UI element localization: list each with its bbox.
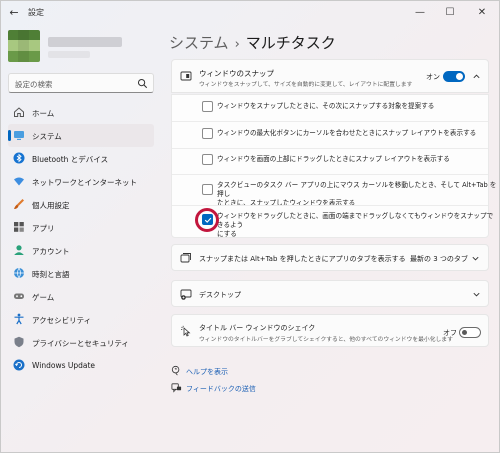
snap-option-label: ウィンドウの最大化ボタンにカーソルを合わせたときにスナップ レイアウトを表示する <box>217 129 477 137</box>
snap-option-checkbox[interactable] <box>202 101 213 112</box>
bluetooth-icon <box>13 152 25 164</box>
snap-toggle[interactable] <box>443 71 465 82</box>
game-icon <box>14 293 24 299</box>
home-icon <box>14 107 24 117</box>
desktops-card[interactable]: デスクトップ <box>171 280 489 307</box>
snap-option-checkbox[interactable] <box>202 128 213 139</box>
tabs-window-icon <box>180 253 191 263</box>
shake-state-label: オフ <box>443 329 457 337</box>
search-placeholder: 設定の検索 <box>15 80 53 89</box>
sidebar-item-accessibility[interactable]: アクセシビリティ <box>8 308 154 331</box>
feedback-link[interactable]: フィードバックの送信 <box>186 384 256 394</box>
update-icon <box>13 359 25 371</box>
snap-option-label-line1: タスクビューのタスク バー アプリの上にマウス カーソルを移動したとき、そして … <box>217 181 497 198</box>
close-button[interactable]: ✕ <box>467 3 497 23</box>
network-icon <box>14 177 24 186</box>
sidebar-item-label: アクセシビリティ <box>32 316 92 325</box>
window-title: 設定 <box>28 8 44 17</box>
back-arrow-icon[interactable]: ← <box>7 6 21 20</box>
sidebar-item-home[interactable]: ホーム <box>8 101 154 124</box>
search-icon <box>137 78 148 89</box>
divider <box>172 148 488 149</box>
page-title: マルチタスク <box>245 34 336 52</box>
snap-option-checkbox[interactable] <box>202 184 213 195</box>
sidebar-item-accounts[interactable]: アカウント <box>8 239 154 262</box>
sidebar-item-label: システム <box>32 132 62 141</box>
sidebar-item-apps[interactable]: アプリ <box>8 216 154 239</box>
sidebar-item-label: 個人用設定 <box>32 201 70 210</box>
minimize-button[interactable]: — <box>405 3 435 23</box>
snap-option-label: ウィンドウをスナップしたときに、その次にスナップする対象を提案する <box>217 102 435 110</box>
sidebar-item-privacy-security[interactable]: プライバシーとセキュリティ <box>8 331 154 354</box>
snap-option-label: タスクビューのタスク バー アプリの上にマウス カーソルを移動したとき、そして … <box>217 181 499 208</box>
sidebar-item-label: Bluetooth とデバイス <box>32 155 109 164</box>
chevron-down-icon[interactable] <box>472 290 481 299</box>
snap-option-label-line2: にする <box>217 230 237 238</box>
globe-icon <box>14 267 24 279</box>
sidebar-item-personalization[interactable]: 個人用設定 <box>8 193 154 216</box>
sidebar-item-label: ネットワークとインターネット <box>32 178 137 187</box>
maximize-button[interactable]: ☐ <box>435 3 465 23</box>
highlight-ring <box>195 208 219 232</box>
sidebar-item-windows-update[interactable]: Windows Update <box>8 354 154 377</box>
snap-description: ウィンドウをスナップして、サイズを自動的に変更して、レイアウトに配置します <box>199 82 413 88</box>
chevron-up-icon[interactable] <box>472 72 481 81</box>
profile-email-blurred <box>48 51 90 58</box>
sidebar-item-label: ホーム <box>32 109 55 118</box>
sidebar-item-label: Windows Update <box>32 361 96 370</box>
sidebar-item-label: ゲーム <box>32 293 55 302</box>
cursor-shake-icon <box>181 325 191 337</box>
breadcrumb: システム › マルチタスク <box>169 32 336 53</box>
help-link[interactable]: ヘルプを表示 <box>186 367 228 377</box>
shake-description: ウィンドウのタイトルバーをグラブしてシェイクすると、他のすべてのウィンドウを最小… <box>199 337 453 343</box>
profile-name-blurred <box>48 37 122 47</box>
snap-state-label: オン <box>426 73 440 81</box>
title-bar: ← 設定 — ☐ ✕ <box>1 1 500 25</box>
snap-window-icon <box>180 71 192 81</box>
shake-title: タイトル バー ウィンドウのシェイク <box>199 324 316 332</box>
sidebar-nav: ホーム システム Bluetooth とデバイス ネットワークとインターネット … <box>8 101 154 377</box>
snap-title: ウィンドウのスナップ <box>199 69 274 78</box>
sidebar-item-label: 時刻と言語 <box>32 270 70 279</box>
sidebar-item-label: アカウント <box>32 247 70 256</box>
feedback-icon <box>171 383 182 393</box>
brush-icon <box>14 199 24 209</box>
snap-option-label-line1: ウィンドウをドラッグしたときに、画面の端までドラッグしなくてもウィンドウをスナッ… <box>217 212 494 229</box>
apps-icon <box>14 222 24 232</box>
snap-option-label: ウィンドウを画面の上部にドラッグしたときにスナップ レイアウトを表示する <box>217 155 450 163</box>
sidebar-item-label: プライバシーとセキュリティ <box>32 339 129 348</box>
desktop-add-icon <box>180 289 192 300</box>
divider <box>172 174 488 175</box>
sidebar-item-bluetooth[interactable]: Bluetooth とデバイス <box>8 147 154 170</box>
system-icon <box>14 131 24 140</box>
settings-window: ← 設定 — ☐ ✕ 設定の検索 ホーム システム Bluetooth とデバイ… <box>0 0 500 453</box>
shake-toggle[interactable] <box>459 327 481 338</box>
snap-windows-card[interactable]: ウィンドウのスナップ ウィンドウをスナップして、サイズを自動的に変更して、レイア… <box>171 59 489 93</box>
alt-tab-dropdown[interactable]: 最新の 3 つのタブ <box>410 254 468 264</box>
title-bar-shake-card: タイトル バー ウィンドウのシェイク ウィンドウのタイトルバーをグラブしてシェイ… <box>171 314 489 347</box>
chevron-down-icon[interactable] <box>471 254 480 263</box>
shield-icon <box>14 336 24 348</box>
divider <box>172 205 488 206</box>
sidebar-item-label: アプリ <box>32 224 55 233</box>
alt-tab-title: スナップまたは Alt+Tab を押したときにアプリのタブを表示する <box>199 255 406 263</box>
sidebar-item-system[interactable]: システム <box>8 124 154 147</box>
divider <box>172 121 488 122</box>
alt-tab-card: スナップまたは Alt+Tab を押したときにアプリのタブを表示する 最新の 3… <box>171 244 489 271</box>
sidebar-item-gaming[interactable]: ゲーム <box>8 285 154 308</box>
accessibility-icon <box>14 313 24 325</box>
sidebar-item-network[interactable]: ネットワークとインターネット <box>8 170 154 193</box>
sidebar-item-time-language[interactable]: 時刻と言語 <box>8 262 154 285</box>
help-icon <box>171 365 180 376</box>
snap-option-label: ウィンドウをドラッグしたときに、画面の端までドラッグしなくてもウィンドウをスナッ… <box>217 212 499 239</box>
breadcrumb-separator: › <box>234 37 240 52</box>
snap-option-checkbox[interactable] <box>202 154 213 165</box>
account-icon <box>14 245 24 255</box>
desktops-title: デスクトップ <box>199 291 241 299</box>
avatar[interactable] <box>8 30 40 62</box>
breadcrumb-parent[interactable]: システム <box>169 34 229 52</box>
search-input[interactable]: 設定の検索 <box>8 73 154 93</box>
